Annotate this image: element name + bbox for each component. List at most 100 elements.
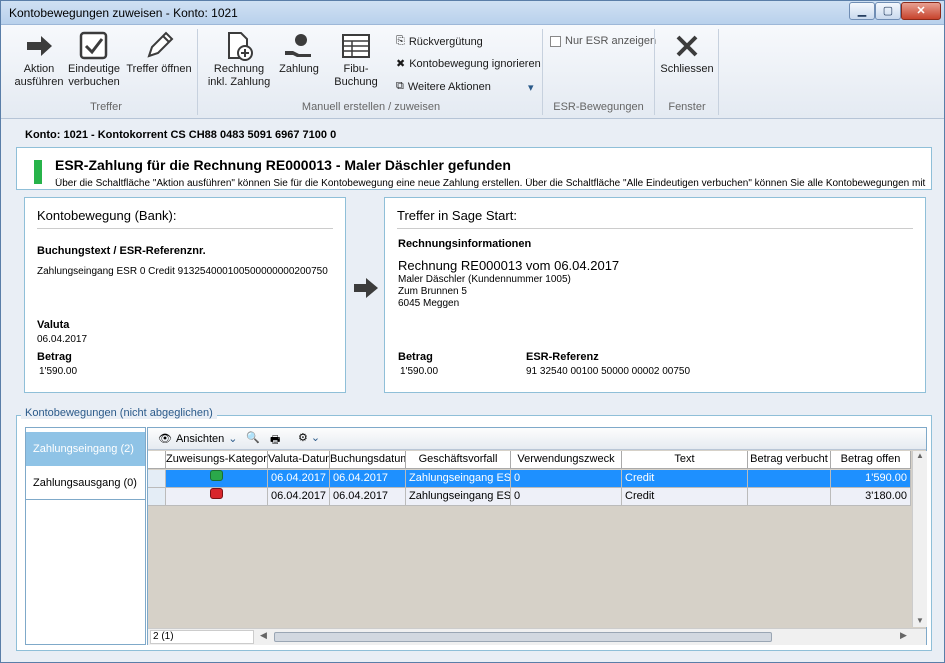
vertical-scrollbar[interactable]: ▲ ▼ bbox=[912, 451, 927, 627]
horizontal-scrollbar[interactable] bbox=[274, 632, 772, 642]
nav-zahlungsausgang[interactable]: Zahlungsausgang (0) bbox=[26, 466, 145, 500]
rechnung-label: Rechnung inkl. Zahlung bbox=[207, 63, 271, 88]
arrow-right-icon bbox=[354, 278, 378, 298]
grid-toolbar: 👁 Ansichten ⌄ 🔍 🖶 ⚙ ⌄ bbox=[148, 428, 926, 450]
window-title: Kontobewegungen zuweisen - Konto: 1021 bbox=[9, 6, 238, 20]
weitere-label: Weitere Aktionen bbox=[407, 80, 491, 93]
table-row[interactable]: 06.04.2017 06.04.2017 Zahlungseingang ES… bbox=[148, 470, 911, 488]
print-icon[interactable]: 🖶 bbox=[270, 431, 280, 450]
row-selector-header bbox=[148, 451, 166, 468]
scroll-up-icon[interactable]: ▲ bbox=[913, 451, 927, 460]
movements-grid: 👁 Ansichten ⌄ 🔍 🖶 ⚙ ⌄ Zuweisungs-Kategorie … bbox=[147, 427, 927, 645]
buchungstext-label: Buchungstext / ESR-Referenznr. bbox=[37, 245, 206, 257]
bank-heading: Kontobewegung (Bank): bbox=[37, 208, 177, 223]
valuta-value: 06.04.2017 bbox=[37, 334, 88, 345]
row-selector[interactable] bbox=[148, 470, 166, 488]
zahlung-button[interactable]: Zahlung bbox=[277, 29, 321, 76]
arrow-right-icon bbox=[27, 36, 52, 56]
col-header[interactable]: Betrag offen bbox=[831, 451, 911, 468]
text-cell: Credit bbox=[622, 488, 748, 506]
pencil-icon bbox=[147, 31, 174, 58]
text-cell: Credit bbox=[622, 470, 748, 488]
list-legend: Kontobewegungen (nicht abgeglichen) bbox=[21, 407, 217, 419]
table-row[interactable]: 06.04.2017 06.04.2017 Zahlungseingang ES… bbox=[148, 488, 911, 506]
nur-esr-label: Nur ESR anzeigen bbox=[565, 35, 657, 47]
sage-panel: Treffer in Sage Start: Rechnungsinformat… bbox=[384, 197, 926, 393]
scroll-left-icon[interactable]: ◀ bbox=[260, 630, 267, 641]
group-treffer-label: Treffer bbox=[90, 101, 122, 113]
hand-coin-icon bbox=[285, 34, 311, 57]
info-title: ESR-Zahlung für die Rechnung RE000013 - … bbox=[55, 157, 511, 173]
eye-icon: 👁 bbox=[158, 433, 172, 445]
konto-line: Konto: 1021 - Kontokorrent CS CH88 0483 … bbox=[25, 129, 337, 141]
col-header[interactable]: Geschäftsvorfall bbox=[406, 451, 511, 468]
fibu-label: Fibu-Buchung bbox=[334, 63, 378, 88]
customer-line: Maler Däschler (Kundennummer 1005) bbox=[398, 274, 571, 285]
treffer-oeffnen-label: Treffer öffnen bbox=[126, 63, 192, 75]
sage-heading: Treffer in Sage Start: bbox=[397, 208, 517, 223]
divider bbox=[37, 228, 333, 229]
status-green-icon bbox=[210, 470, 223, 481]
scroll-right-icon[interactable]: ▶ bbox=[900, 630, 907, 641]
fibu-buchung-button[interactable]: Fibu-Buchung bbox=[323, 29, 389, 89]
schliessen-button[interactable]: Schliessen bbox=[659, 29, 715, 76]
row-selector[interactable] bbox=[148, 488, 166, 506]
maximize-button[interactable]: ▢ bbox=[875, 2, 901, 20]
col-header[interactable]: Verwendungszweck bbox=[511, 451, 622, 468]
preview-icon[interactable]: 🔍 bbox=[246, 431, 260, 444]
zweck-cell: 0 bbox=[511, 470, 622, 488]
status-cell bbox=[166, 488, 268, 506]
ribbon: Aktion ausführen Eindeutige verbuchen Tr… bbox=[1, 25, 944, 119]
rueckverguetung-label: Rückvergütung bbox=[408, 35, 483, 48]
ansichten-button[interactable]: 👁 Ansichten ⌄ bbox=[158, 432, 238, 446]
rueckverguetung-button[interactable]: ⎘ Rückvergütung bbox=[396, 35, 483, 48]
grid-header: Zuweisungs-Kategorie Valuta-Datum Buchun… bbox=[148, 451, 911, 469]
info-box: ESR-Zahlung für die Rechnung RE000013 - … bbox=[16, 147, 932, 190]
aktion-ausfuehren-button[interactable]: Aktion ausführen bbox=[14, 29, 64, 89]
vorfall-cell: Zahlungseingang ESR bbox=[406, 470, 511, 488]
checkbox-icon bbox=[79, 31, 108, 60]
status-red-icon bbox=[210, 488, 223, 499]
valuta-cell: 06.04.2017 bbox=[268, 488, 330, 506]
betrag-label: Betrag bbox=[37, 351, 72, 363]
buchungstext-value: Zahlungseingang ESR 0 Credit 91325400010… bbox=[37, 266, 328, 277]
chevron-down-icon: ⌄ bbox=[310, 432, 321, 444]
betrag-label: Betrag bbox=[398, 351, 433, 363]
title-bar: Kontobewegungen zuweisen - Konto: 1021 ▁… bbox=[1, 1, 944, 25]
group-manuell-label: Manuell erstellen / zuweisen bbox=[301, 101, 441, 113]
weitere-aktionen-button[interactable]: ⧉ Weitere Aktionen bbox=[396, 80, 491, 93]
chevron-down-icon[interactable]: ▾ bbox=[528, 81, 534, 94]
documents-icon: ⧉ bbox=[396, 80, 404, 92]
window: Kontobewegungen zuweisen - Konto: 1021 ▁… bbox=[0, 0, 945, 663]
col-header[interactable]: Valuta-Datum bbox=[268, 451, 330, 468]
checkbox-box bbox=[550, 35, 561, 47]
kontobewegung-ignorieren-button[interactable]: ✖ Kontobewegung ignorieren bbox=[396, 57, 541, 71]
minimize-button[interactable]: ▁ bbox=[849, 2, 875, 20]
rechnung-inkl-zahlung-button[interactable]: Rechnung inkl. Zahlung bbox=[204, 29, 274, 89]
category-nav: Zahlungseingang (2) Zahlungsausgang (0) bbox=[25, 427, 146, 645]
col-header[interactable]: Betrag verbucht bbox=[748, 451, 831, 468]
col-header[interactable]: Zuweisungs-Kategorie bbox=[166, 451, 268, 468]
esr-referenz-label: ESR-Referenz bbox=[526, 351, 599, 363]
settings-button[interactable]: ⚙ ⌄ bbox=[298, 431, 320, 444]
col-header[interactable]: Buchungsdatum bbox=[330, 451, 406, 468]
schliessen-label: Schliessen bbox=[660, 63, 714, 75]
zahlung-label: Zahlung bbox=[279, 63, 319, 75]
close-window-button[interactable]: ✕ bbox=[901, 2, 941, 20]
valuta-cell: 06.04.2017 bbox=[268, 470, 330, 488]
col-header[interactable]: Text bbox=[622, 451, 748, 468]
scroll-down-icon[interactable]: ▼ bbox=[913, 616, 927, 625]
offen-cell: 1'590.00 bbox=[831, 470, 911, 488]
verbucht-cell bbox=[748, 470, 831, 488]
ribbon-separator bbox=[718, 29, 719, 115]
group-fenster-label: Fenster bbox=[668, 101, 706, 113]
nur-esr-checkbox[interactable]: Nur ESR anzeigen bbox=[550, 35, 656, 47]
nav-zahlungseingang[interactable]: Zahlungseingang (2) bbox=[26, 432, 145, 466]
document-add-icon bbox=[228, 32, 253, 61]
eindeutige-verbuchen-button[interactable]: Eindeutige verbuchen bbox=[68, 29, 120, 89]
offen-cell: 3'180.00 bbox=[831, 488, 911, 506]
esr-referenz-value: 91 32540 00100 50000 00002 00750 bbox=[526, 366, 691, 377]
city-line: 6045 Meggen bbox=[398, 298, 460, 309]
buchung-cell: 06.04.2017 bbox=[330, 470, 406, 488]
treffer-oeffnen-button[interactable]: Treffer öffnen bbox=[125, 29, 193, 76]
